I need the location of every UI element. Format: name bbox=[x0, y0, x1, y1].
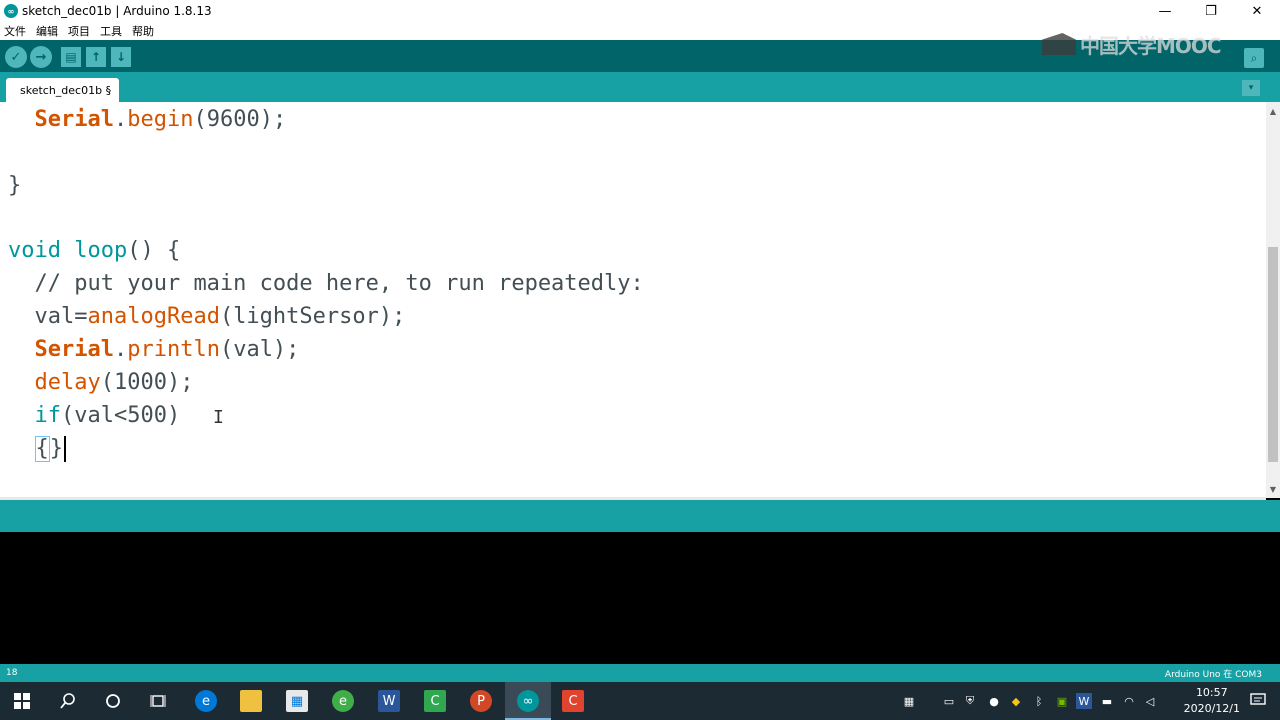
cortana-icon[interactable] bbox=[102, 690, 124, 712]
scroll-thumb[interactable] bbox=[1268, 247, 1278, 462]
mooc-logo-icon bbox=[1042, 33, 1076, 55]
vertical-scrollbar[interactable]: ▲ ▼ bbox=[1266, 102, 1280, 498]
restore-button[interactable]: ❐ bbox=[1188, 0, 1234, 22]
save-sketch-button[interactable]: ↓ bbox=[111, 47, 131, 67]
system-clock[interactable]: 10:57 2020/12/1 bbox=[1184, 685, 1240, 717]
menu-edit[interactable]: 编辑 bbox=[36, 23, 58, 39]
code-line: } bbox=[8, 173, 22, 198]
menu-sketch[interactable]: 项目 bbox=[68, 23, 90, 39]
menu-tools[interactable]: 工具 bbox=[100, 23, 122, 39]
open-sketch-button[interactable]: ↑ bbox=[86, 47, 106, 67]
word-icon[interactable]: W bbox=[378, 690, 400, 712]
menu-file[interactable]: 文件 bbox=[4, 23, 26, 39]
task-view-icon[interactable] bbox=[147, 690, 169, 712]
watermark-text: 中国大学MOOC bbox=[1080, 33, 1222, 58]
browser-360-icon[interactable]: e bbox=[332, 690, 354, 712]
tray-device-icon[interactable]: ▬ bbox=[1099, 693, 1115, 709]
upload-button[interactable]: → bbox=[30, 46, 52, 68]
line-number: 18 bbox=[6, 668, 18, 678]
edge-icon[interactable]: e bbox=[195, 690, 217, 712]
scroll-down-icon[interactable]: ▼ bbox=[1266, 482, 1280, 496]
mooc-watermark: 中国大学MOOC bbox=[1042, 30, 1222, 58]
windows-taskbar: e ▦ e W C P ∞ C ▦ ▭ ⛨ ● ◆ ᛒ ▣ W ▬ ◠ ◁ 10… bbox=[0, 682, 1280, 720]
code-comment: // put your main code here, to run repea… bbox=[34, 271, 644, 296]
powerpoint-icon[interactable]: P bbox=[470, 690, 492, 712]
clock-date: 2020/12/1 bbox=[1183, 702, 1240, 715]
verify-button[interactable]: ✓ bbox=[5, 46, 27, 68]
clock-time: 10:57 bbox=[1195, 686, 1228, 699]
camtasia-recorder-icon[interactable]: C bbox=[562, 690, 584, 712]
code-line: if(val<500) bbox=[34, 403, 181, 428]
arduino-app-icon: ∞ bbox=[4, 4, 18, 18]
title-bar: ∞ sketch_dec01b | Arduino 1.8.13 — ❐ ✕ bbox=[0, 0, 1280, 22]
store-icon[interactable]: ▦ bbox=[286, 690, 308, 712]
new-sketch-button[interactable]: ▤ bbox=[61, 47, 81, 67]
window-title: sketch_dec01b | Arduino 1.8.13 bbox=[22, 4, 212, 18]
console-output bbox=[0, 532, 1280, 664]
camtasia-icon[interactable]: C bbox=[424, 690, 446, 712]
board-port-info: Arduino Uno 在 COM3 bbox=[1164, 669, 1262, 680]
message-bar bbox=[0, 500, 1280, 532]
ibeam-cursor-icon: I bbox=[213, 407, 224, 428]
tray-word-icon[interactable]: W bbox=[1076, 693, 1092, 709]
windows-start-icon[interactable] bbox=[11, 690, 33, 712]
code-line: {} bbox=[8, 432, 66, 465]
scroll-up-icon[interactable]: ▲ bbox=[1266, 104, 1280, 118]
search-icon[interactable] bbox=[57, 690, 79, 712]
tab-sketch[interactable]: sketch_dec01b § bbox=[6, 78, 120, 102]
file-explorer-icon[interactable] bbox=[240, 690, 262, 712]
notification-icon[interactable] bbox=[1250, 692, 1266, 712]
code-line: void loop() { bbox=[8, 238, 181, 263]
volume-icon[interactable]: ◁ bbox=[1142, 693, 1158, 709]
wifi-icon[interactable]: ◠ bbox=[1121, 693, 1137, 709]
tray-app-icon[interactable]: ▦ bbox=[901, 693, 917, 709]
tab-menu-button[interactable]: ▾ bbox=[1242, 80, 1260, 96]
tray-shield-icon[interactable]: ⛨ bbox=[962, 693, 978, 709]
tab-bar: sketch_dec01b § ▾ bbox=[0, 72, 1280, 102]
code-line: delay(1000); bbox=[34, 370, 194, 395]
bluetooth-icon[interactable]: ᛒ bbox=[1031, 693, 1047, 709]
code-line: Serial.begin(9600); bbox=[34, 107, 287, 132]
bracket-highlight: { bbox=[34, 436, 50, 462]
close-button[interactable]: ✕ bbox=[1234, 0, 1280, 22]
nvidia-icon[interactable]: ▣ bbox=[1054, 693, 1070, 709]
tray-security-icon[interactable]: ◆ bbox=[1008, 693, 1024, 709]
code-line: Serial.println(val); bbox=[34, 337, 300, 362]
tray-chat-icon[interactable]: ▭ bbox=[941, 693, 957, 709]
serial-monitor-button[interactable]: ⌕ bbox=[1244, 48, 1264, 68]
status-bar: 18 Arduino Uno 在 COM3 bbox=[0, 664, 1280, 682]
window-controls: — ❐ ✕ bbox=[1142, 0, 1280, 22]
menu-help[interactable]: 帮助 bbox=[132, 23, 154, 39]
code-editor[interactable]: Serial.begin(9600); } void loop() { // p… bbox=[0, 102, 1280, 498]
tray-mic-icon[interactable]: ● bbox=[986, 693, 1002, 709]
text-caret bbox=[64, 436, 66, 462]
arduino-taskbar-icon[interactable]: ∞ bbox=[517, 690, 539, 712]
minimize-button[interactable]: — bbox=[1142, 0, 1188, 22]
code-line: val=analogRead(lightSersor); bbox=[34, 304, 406, 329]
